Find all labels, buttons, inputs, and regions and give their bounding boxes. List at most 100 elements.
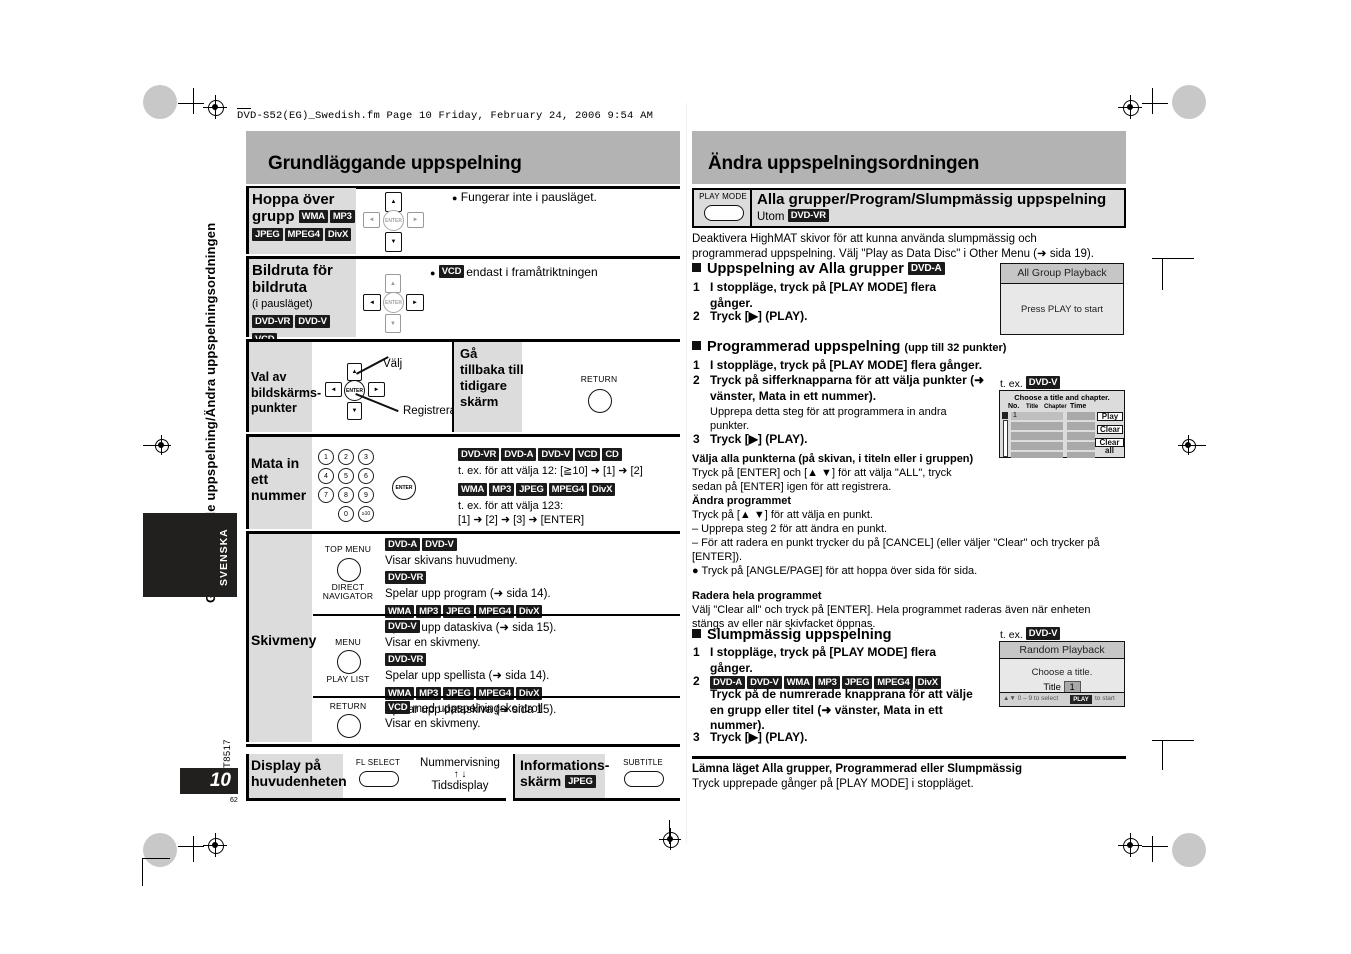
menu-key-icon[interactable] bbox=[337, 650, 361, 674]
random-osd-ex-tag: DVD-V bbox=[1025, 627, 1061, 640]
osd-program-clear-all-button[interactable]: Clear all bbox=[1095, 438, 1124, 455]
numkey-8[interactable]: 8 bbox=[338, 487, 354, 503]
top-menu-key-label: TOP MENU bbox=[324, 544, 372, 554]
enter-key-icon[interactable]: ENTER bbox=[392, 476, 416, 500]
numkey-2[interactable]: 2 bbox=[338, 449, 354, 465]
playmode-section-title: Alla grupper/Program/Slumpmässig uppspel… bbox=[757, 191, 1107, 208]
direct-navigator-key-label: DIRECT NAVIGATOR bbox=[320, 582, 376, 602]
osd-program-clear-button[interactable]: Clear bbox=[1097, 425, 1123, 434]
reg-mark-tl bbox=[143, 85, 177, 119]
dpad-down-icon[interactable]: ▼ bbox=[385, 314, 401, 333]
dpad-right-icon[interactable]: ► bbox=[407, 212, 424, 228]
osd-random-playback: Random Playback Choose a title. Title 1 … bbox=[999, 641, 1125, 707]
dpad-up-icon[interactable]: ▲ bbox=[385, 274, 401, 293]
numkey-6[interactable]: 6 bbox=[358, 468, 374, 484]
dpad-down-icon[interactable]: ▼ bbox=[347, 402, 362, 420]
callout-select-label: Välj bbox=[383, 358, 403, 370]
dpad-down-icon[interactable]: ▼ bbox=[385, 232, 402, 252]
reg-dot-bottom-center bbox=[667, 836, 673, 842]
entry1-line2: DVD-VR Spelar upp program (➜ sida 14). bbox=[385, 571, 551, 601]
crop-line bbox=[142, 858, 143, 886]
osd-program-col-time: Time bbox=[1070, 403, 1087, 410]
dpad-right-icon[interactable]: ► bbox=[406, 294, 424, 311]
numkey-0[interactable]: 0 bbox=[338, 506, 354, 522]
crop-line bbox=[1162, 258, 1163, 290]
dpad-enter-icon[interactable]: ENTER bbox=[383, 292, 404, 313]
osd-program-scrollbar[interactable] bbox=[1003, 420, 1008, 457]
numkey-5[interactable]: 5 bbox=[338, 468, 354, 484]
reg-dot-bl bbox=[212, 842, 218, 848]
subsection-edit-line-3: – För att radera en punkt trycker du på … bbox=[692, 537, 1100, 564]
row4-example-1: DVD-VR DVD-A DVD-V VCD CD t. ex. för att väl… bbox=[458, 446, 676, 479]
random-osd-example-label: t. ex. DVD-V bbox=[1000, 627, 1062, 641]
section-2-heading-note: (upp till 32 punkter) bbox=[904, 342, 1007, 354]
bottom-left-label: Display på huvudenheten bbox=[251, 757, 347, 790]
return-key-icon[interactable] bbox=[588, 389, 612, 413]
section-1-step-2-num: 2 bbox=[693, 309, 700, 323]
crop-line bbox=[193, 88, 194, 114]
crop-line bbox=[1152, 836, 1153, 862]
subsection-select-all-title: Välja alla punkterna (på skivan, i titel… bbox=[692, 453, 974, 465]
return-key-label: RETURN bbox=[580, 374, 618, 384]
osd-program-row-cell bbox=[1011, 412, 1063, 420]
subsection-edit-title: Ändra programmet bbox=[692, 495, 792, 507]
fl-select-key-label: FL SELECT bbox=[355, 758, 401, 767]
playmode-section-sub-tag: DVD-VR bbox=[787, 209, 829, 222]
row4-example-1-tags: DVD-VR DVD-A DVD-V VCD CD bbox=[458, 446, 676, 464]
reg-dot-tl bbox=[212, 104, 218, 110]
osd-random-hint-right: to start bbox=[1095, 695, 1115, 702]
program-osd-ex-text: t. ex. bbox=[1000, 378, 1023, 390]
numkey-3[interactable]: 3 bbox=[358, 449, 374, 465]
play-mode-key-icon[interactable] bbox=[704, 205, 744, 221]
dpad-up-icon[interactable]: ▲ bbox=[385, 192, 402, 212]
footer-title: Lämna läget Alla grupper, Programmerad e… bbox=[692, 763, 1022, 775]
display-mode-options: Nummervisning ↑ ↓ Tidsdisplay bbox=[412, 756, 508, 794]
left-banner-title: Grundläggande uppspelning bbox=[268, 153, 522, 174]
dpad-right-icon[interactable]: ► bbox=[368, 382, 385, 397]
dpad-left-icon[interactable]: ◄ bbox=[363, 212, 380, 228]
numkey-7[interactable]: 7 bbox=[318, 487, 334, 503]
display-option-1: Nummervisning bbox=[420, 757, 500, 769]
language-tab-label: SVENSKA bbox=[218, 528, 230, 586]
osd-program-title: Choose a title and chapter. bbox=[1014, 393, 1110, 402]
dpad-enter-icon[interactable]: ENTER bbox=[383, 210, 404, 231]
skivmeny-entry-3: VCD med uppspelningskontroll Visar en ski… bbox=[385, 699, 675, 731]
osd-program-play-button[interactable]: Play bbox=[1097, 412, 1123, 421]
subsection-edit-line-4: ● Tryck på [ANGLE/PAGE] för att hoppa öv… bbox=[692, 565, 978, 577]
section-3-heading: Slumpmässig uppspelning bbox=[692, 627, 892, 643]
numkey-1[interactable]: 1 bbox=[318, 449, 334, 465]
top-menu-key-icon[interactable] bbox=[337, 558, 361, 582]
entry2-line1: DVD-V Visar en skivmeny. bbox=[385, 620, 481, 649]
numkey-9[interactable]: 9 bbox=[358, 487, 374, 503]
numkey-ge10[interactable]: ≥10 bbox=[358, 506, 374, 522]
playmode-divider bbox=[750, 190, 752, 226]
dpad-left-icon[interactable]: ◄ bbox=[363, 294, 381, 311]
program-osd-ex-tag: DVD-V bbox=[1025, 376, 1061, 389]
section-3-heading-text: Slumpmässig uppspelning bbox=[707, 627, 892, 643]
display-option-2: Tidsdisplay bbox=[431, 780, 489, 793]
osd-program-time-cell bbox=[1067, 442, 1095, 450]
dpad-enter-icon[interactable]: ENTER bbox=[344, 380, 365, 401]
osd-program-col-chapter: Chapter bbox=[1044, 404, 1067, 410]
subtitle-key-icon[interactable] bbox=[624, 771, 664, 787]
osd-all-group-body: Press PLAY to start bbox=[1020, 304, 1104, 315]
row-rule bbox=[246, 744, 680, 747]
row2-label: Bildruta för bildruta (i pausläget) DVD-… bbox=[252, 262, 356, 349]
return-key-icon-2[interactable] bbox=[337, 714, 361, 738]
osd-program-row-cell bbox=[1011, 422, 1063, 430]
crop-line bbox=[1152, 258, 1194, 259]
fl-select-key-icon[interactable] bbox=[359, 771, 399, 787]
row1-left-edge bbox=[246, 188, 249, 254]
osd-program-col-no: No. bbox=[1008, 403, 1020, 410]
section-1-heading-text: Uppspelning av Alla grupper bbox=[707, 261, 904, 277]
return-key-label-2: RETURN bbox=[329, 701, 367, 711]
reg-dot-tr bbox=[1127, 104, 1133, 110]
bullet-square-icon bbox=[692, 263, 701, 272]
crop-line bbox=[178, 846, 204, 847]
dpad-left-icon[interactable]: ◄ bbox=[325, 382, 342, 397]
entry3-line2: Visar en skivmeny. bbox=[385, 718, 481, 730]
numkey-4[interactable]: 4 bbox=[318, 468, 334, 484]
subsection-clear-all-title: Radera hela programmet bbox=[692, 590, 822, 602]
play-mode-key-label: PLAY MODE bbox=[699, 192, 747, 201]
left-banner: Grundläggande uppspelning bbox=[246, 131, 680, 184]
